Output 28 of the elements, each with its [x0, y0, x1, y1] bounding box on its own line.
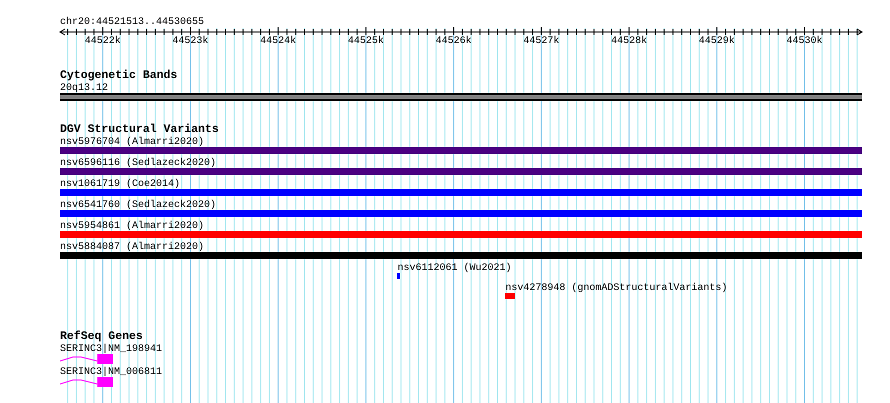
- gene-model-drawing[interactable]: [60, 376, 114, 387]
- ruler-label: 44527k: [523, 36, 560, 48]
- track-title: Cytogenetic Bands: [60, 69, 178, 82]
- feature-label: nsv6112061 (Wu2021): [397, 263, 512, 274]
- ruler-label: 44524k: [260, 36, 296, 48]
- ruler-label: 44529k: [698, 36, 735, 48]
- feature-label: 20q13.12: [60, 83, 108, 94]
- location-label: chr20:44521513..44530655: [60, 17, 204, 28]
- feature-label: nsv6541760 (Sedlazeck2020): [60, 200, 216, 211]
- ruler-label: 44526k: [436, 36, 472, 48]
- feature-label: SERINC3|NM_198941: [60, 344, 162, 355]
- ruler-label: 44522k: [84, 36, 121, 48]
- feature-label: nsv5976704 (Almarri2020): [60, 137, 204, 148]
- ruler-label: 44523k: [172, 36, 208, 48]
- feature-label: nsv4278948 (gnomADStructuralVariants): [505, 283, 728, 294]
- ruler-label: 44525k: [348, 36, 384, 48]
- feature-label: nsv5954861 (Almarri2020): [60, 221, 204, 232]
- ruler-label: 44530k: [786, 36, 823, 48]
- cytoband-bar[interactable]: [60, 93, 862, 101]
- ruler-label: 44528k: [611, 36, 648, 48]
- track-title: DGV Structural Variants: [60, 123, 219, 136]
- track-title: RefSeq Genes: [60, 330, 143, 343]
- feature-label: nsv6596116 (Sedlazeck2020): [60, 158, 216, 169]
- feature-label: SERINC3|NM_006811: [60, 367, 162, 378]
- feature-label: nsv5884087 (Almarri2020): [60, 242, 204, 253]
- feature-label: nsv1061719 (Coe2014): [60, 179, 180, 190]
- gene-model-drawing[interactable]: [60, 353, 114, 364]
- variant-bar[interactable]: [505, 293, 516, 299]
